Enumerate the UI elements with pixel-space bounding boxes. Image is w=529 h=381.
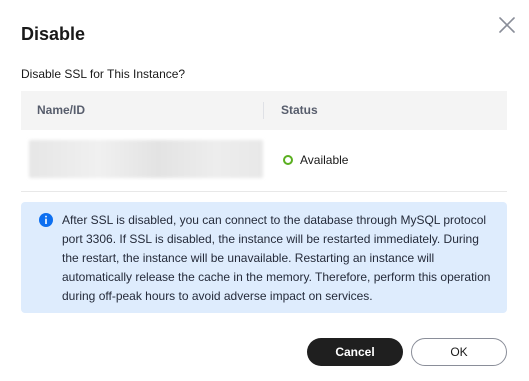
status-available-icon — [283, 155, 293, 165]
disable-ssl-dialog: Disable Disable SSL for This Instance? N… — [0, 0, 529, 381]
redacted-instance-name-id — [29, 140, 263, 178]
column-header-status: Status — [281, 103, 318, 117]
notice-text: After SSL is disabled, you can connect t… — [62, 213, 491, 303]
close-icon[interactable] — [496, 14, 518, 36]
dialog-subtitle: Disable SSL for This Instance? — [21, 67, 186, 81]
column-header-name-id: Name/ID — [37, 103, 86, 117]
table-header: Name/ID Status — [21, 91, 507, 130]
info-notice: After SSL is disabled, you can connect t… — [21, 202, 507, 313]
ok-button[interactable]: OK — [411, 338, 507, 366]
column-divider — [263, 102, 264, 119]
dialog-title: Disable — [21, 24, 86, 44]
status-cell: Available — [283, 153, 348, 167]
status-text: Available — [300, 153, 349, 167]
cancel-button[interactable]: Cancel — [307, 338, 403, 366]
instance-table: Name/ID Status Available — [21, 91, 507, 192]
info-icon — [39, 213, 53, 227]
table-row: Available — [21, 130, 507, 192]
